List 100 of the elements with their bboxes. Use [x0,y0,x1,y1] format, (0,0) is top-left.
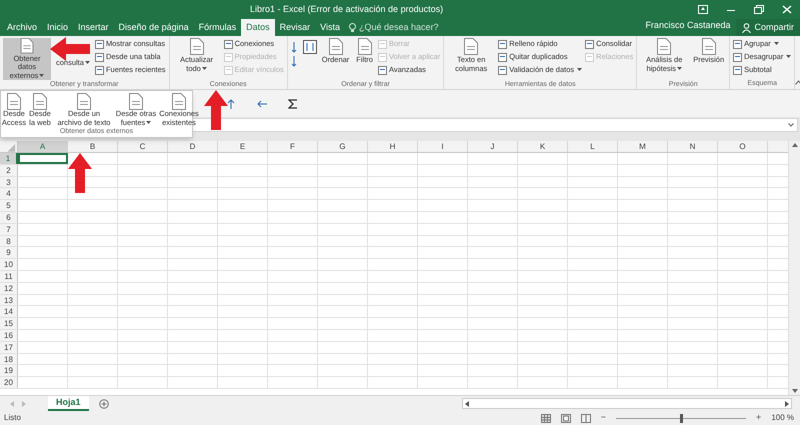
caret-icon [577,68,582,72]
scroll-right-icon [785,400,789,406]
column-header: G [318,141,368,152]
row-header: 5 [0,200,18,211]
zoom-out-button[interactable]: − [600,411,606,425]
previous-sheet-icon [10,400,14,406]
zoom-in-button[interactable]: + [756,411,762,425]
selected-cell[interactable] [18,153,68,164]
lightbulb-icon [349,22,356,32]
row-header: 8 [0,236,18,246]
row-header: 18 [0,354,18,364]
row-header: 10 [0,259,18,270]
plus-circle-icon [98,398,109,408]
row-header: 13 [0,294,18,306]
caret-icon [146,120,152,125]
column-header: L [568,141,618,152]
column-header: N [668,141,718,152]
ribbon-tab[interactable]: Archivo [2,19,42,36]
horizontal-scrollbar[interactable] [462,398,792,409]
column-header: K [518,141,568,152]
row-header: 12 [0,282,18,294]
scroll-up-icon [792,143,798,147]
status-text: Listo [4,412,21,424]
up-arrow-icon [226,98,236,110]
document-icon [172,93,186,110]
command-icon [498,66,508,74]
command-icon [733,66,742,74]
restore-icon [754,4,764,14]
ribbon-display-icon [698,4,708,14]
slider-thumb[interactable] [680,414,684,422]
normal-view-icon [540,414,551,422]
ribbon-tab[interactable]: Revisar [274,19,316,36]
add-sheet-button[interactable] [98,396,109,411]
command-icon [585,52,594,62]
row-header: 14 [0,306,18,318]
caret-icon [774,42,779,46]
scroll-left-icon [465,400,469,406]
column-header: I [418,141,468,152]
callout-arrow [50,37,90,61]
ribbon-tab[interactable]: Vista [315,19,346,36]
row-header: 11 [0,270,18,282]
ribbon-tab[interactable]: Inicio [42,19,74,36]
ribbon-tab[interactable]: Insertar [73,19,114,36]
row-header: 15 [0,318,18,329]
column-header: D [168,141,218,152]
document-icon [7,93,21,110]
window-title: Libro1 - Excel (Error de activación de productos) [250,3,444,16]
caret-icon [677,66,682,71]
command-icon [378,52,387,62]
column-header: O [718,141,768,152]
column-header: C [118,141,168,152]
callout-arrow [204,90,228,130]
share-button[interactable]: Compartir [736,19,800,36]
row-header: 20 [0,377,18,388]
command-icon [224,52,233,62]
column-header: H [368,141,418,152]
column-header: E [218,141,268,152]
command-icon [733,52,742,62]
ribbon-tab[interactable]: Diseño de página [114,19,194,36]
collapse-icon [795,80,800,85]
row-header: 17 [0,342,18,353]
command-icon [94,52,104,62]
column-header: F [268,141,318,152]
command-icon [94,40,104,48]
row-header: 9 [0,247,18,258]
row-header: 19 [0,365,18,376]
row-header: 1 [0,153,18,164]
row-header: 2 [0,164,18,176]
sheet-tab[interactable]: Hoja1 [48,396,89,411]
person-icon [742,22,752,32]
row-header: 6 [0,212,18,223]
command-icon [498,40,508,48]
callout-arrow [68,153,92,193]
command-icon [224,66,233,74]
vertical-scrollbar[interactable] [788,141,800,395]
command-icon [498,52,508,62]
document-icon [129,93,143,110]
next-sheet-icon [22,400,26,406]
command-icon [733,40,742,48]
page-layout-icon [560,414,571,422]
document-icon [33,93,47,110]
row-header: 16 [0,330,18,341]
user-name: Francisco Castaneda [645,18,730,32]
ribbon-tab[interactable]: Datos [241,19,275,36]
search-field[interactable]: ¿Qué desea hacer? [359,20,450,34]
caret-icon [786,55,792,59]
row-header: 4 [0,188,18,200]
expand-icon [788,123,794,127]
document-icon [77,93,91,110]
column-header: J [468,141,518,152]
ribbon-tab[interactable]: Fórmulas [194,19,242,36]
page-break-icon [580,414,591,422]
command-icon [224,40,233,48]
column-header: B [68,141,118,152]
close-icon [782,4,792,14]
left-arrow-icon [256,98,268,108]
command-icon [378,40,387,48]
sigma-icon [288,98,298,108]
zoom-level: 100 % [771,412,794,424]
command-icon [378,66,387,74]
